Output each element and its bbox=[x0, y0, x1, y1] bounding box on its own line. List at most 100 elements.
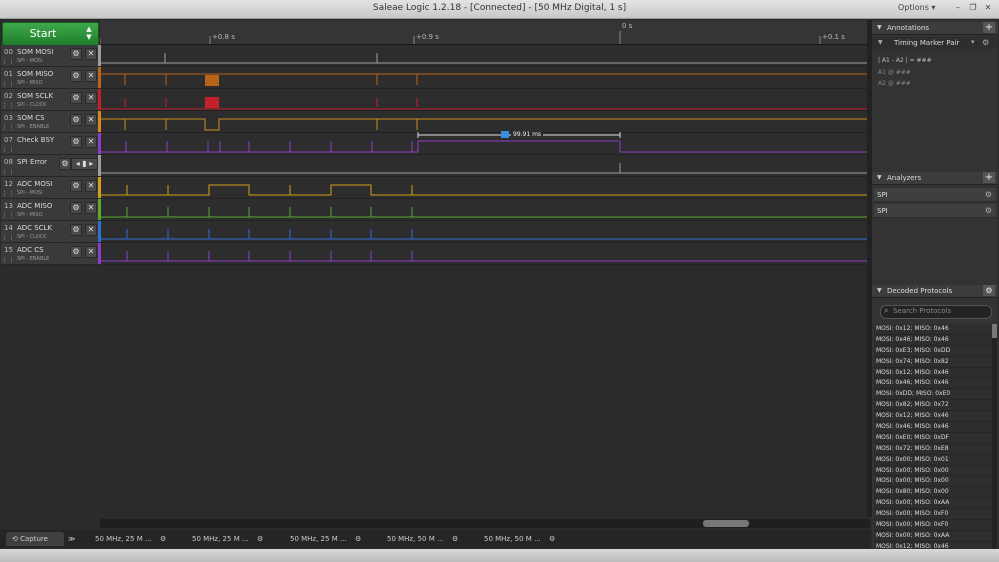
channel-row[interactable]: 14 ADC SCLK SPI - CLOCK ⚙ ✕ bbox=[1, 221, 98, 243]
session-tab[interactable]: 50 MHz, 50 M ... bbox=[387, 532, 444, 546]
close-icon[interactable]: ✕ bbox=[85, 70, 97, 82]
decoded-row[interactable]: MOSI: 0x46; MISO: 0x46 bbox=[874, 335, 992, 346]
gear-icon[interactable]: ⚙ bbox=[70, 48, 82, 60]
edge-navigation-icon[interactable]: ◂ ▮ ▸ bbox=[71, 158, 98, 170]
collapse-triangle-icon[interactable]: ▼ bbox=[877, 287, 882, 294]
channel-name[interactable]: SOM SCLK bbox=[17, 92, 53, 100]
session-tab[interactable]: 50 MHz, 25 M ... bbox=[290, 532, 347, 546]
options-menu[interactable]: Options ▾ bbox=[898, 3, 935, 12]
close-icon[interactable]: ✕ bbox=[85, 224, 97, 236]
session-tab[interactable]: 50 MHz, 25 M ... bbox=[192, 532, 249, 546]
scroll-thumb[interactable] bbox=[703, 520, 749, 527]
decoded-row[interactable]: MOSI: 0x12; MISO: 0x46 bbox=[874, 368, 992, 379]
drag-handle-icon[interactable] bbox=[4, 235, 12, 240]
gear-icon[interactable]: ⚙ bbox=[70, 136, 82, 148]
gear-icon[interactable]: ⚙ bbox=[452, 532, 458, 546]
decoded-row[interactable]: MOSI: 0x00; MISO: 0x00 bbox=[874, 466, 992, 477]
channel-row[interactable]: 02 SOM SCLK SPI - CLOCK ⚙ ✕ bbox=[1, 89, 98, 111]
decoded-row[interactable]: MOSI: 0x00; MISO: 0xF0 bbox=[874, 509, 992, 521]
gear-icon[interactable]: ⚙ bbox=[70, 92, 82, 104]
decoded-row[interactable]: MOSI: 0xE3; MISO: 0xDD bbox=[874, 346, 992, 357]
channel-name[interactable]: SOM MISO bbox=[17, 70, 53, 78]
annotations-header[interactable]: ▼ Annotations + bbox=[872, 22, 998, 35]
close-icon[interactable]: ✕ bbox=[85, 48, 97, 60]
close-icon[interactable]: ✕ bbox=[85, 136, 97, 148]
channel-row[interactable]: 07 Check BSY ⚙ ✕ bbox=[1, 133, 98, 155]
maximize-icon[interactable]: ❐ bbox=[967, 2, 979, 14]
session-tab[interactable]: 50 MHz, 25 M ... bbox=[95, 532, 152, 546]
gear-icon[interactable]: ⚙ bbox=[549, 532, 555, 546]
decoded-row[interactable]: MOSI: 0x00; MISO: 0xF0 bbox=[874, 520, 992, 531]
tab-capture[interactable]: ⟲ Capture bbox=[6, 532, 64, 546]
start-button[interactable]: Start ▲ ▼ bbox=[2, 22, 99, 46]
a2-marker[interactable]: A2 @ ### bbox=[878, 80, 911, 87]
decoded-row[interactable]: MOSI: 0x46; MISO: 0x46 bbox=[874, 378, 992, 390]
decoded-row[interactable]: MOSI: 0x12; MISO: 0x46 bbox=[874, 324, 992, 335]
decoded-row[interactable]: MOSI: 0x00; MISO: 0x01 bbox=[874, 455, 992, 466]
decoded-list-scrollbar[interactable] bbox=[992, 324, 997, 549]
gear-icon[interactable]: ⚙ bbox=[257, 532, 263, 546]
decoded-row[interactable]: MOSI: 0x00; MISO: 0xAA bbox=[874, 498, 992, 510]
horizontal-scrollbar[interactable] bbox=[100, 519, 870, 528]
minimize-icon[interactable]: – bbox=[952, 2, 964, 14]
dropdown-arrow-icon[interactable]: ▾ bbox=[971, 38, 975, 46]
collapse-triangle-icon[interactable]: ▼ bbox=[877, 24, 882, 31]
analyzer-item[interactable]: SPI ⚙ bbox=[874, 204, 996, 218]
channel-row[interactable]: 03 SOM CS SPI - ENABLE ⚙ ✕ bbox=[1, 111, 98, 133]
gear-icon[interactable]: ⚙ bbox=[983, 285, 995, 296]
drag-handle-icon[interactable] bbox=[4, 147, 12, 152]
channel-name[interactable]: SOM MOSI bbox=[17, 48, 53, 56]
channel-name[interactable]: ADC CS bbox=[17, 246, 44, 254]
gear-icon[interactable]: ⚙ bbox=[70, 224, 82, 236]
channel-row[interactable]: 13 ADC MISO SPI - MISO ⚙ ✕ bbox=[1, 199, 98, 221]
decoded-row[interactable]: MOSI: 0x46; MISO: 0x46 bbox=[874, 422, 992, 433]
gear-icon[interactable]: ⚙ bbox=[70, 180, 82, 192]
drag-handle-icon[interactable] bbox=[4, 59, 12, 64]
close-icon[interactable]: ✕ bbox=[85, 202, 97, 214]
channel-name[interactable]: ADC SCLK bbox=[17, 224, 52, 232]
close-icon[interactable]: ✕ bbox=[85, 180, 97, 192]
gear-icon[interactable]: ⚙ bbox=[59, 158, 71, 170]
analyzer-item[interactable]: SPI ⚙ bbox=[874, 188, 996, 202]
drag-handle-icon[interactable] bbox=[4, 81, 12, 86]
channel-name[interactable]: SPI Error bbox=[17, 158, 47, 166]
collapse-triangle-icon[interactable]: ▼ bbox=[878, 39, 883, 46]
collapse-triangle-icon[interactable]: ▼ bbox=[877, 174, 882, 181]
gear-icon[interactable]: ⚙ bbox=[70, 70, 82, 82]
decoded-row[interactable]: MOSI: 0x82; MISO: 0x72 bbox=[874, 400, 992, 412]
channel-name[interactable]: ADC MOSI bbox=[17, 180, 52, 188]
channel-name[interactable]: ADC MISO bbox=[17, 202, 52, 210]
decoded-row[interactable]: MOSI: 0xDD; MISO: 0xE0 bbox=[874, 389, 992, 401]
drag-handle-icon[interactable] bbox=[4, 125, 12, 130]
a1-marker[interactable]: A1 @ ### bbox=[878, 69, 911, 76]
decoded-row[interactable]: MOSI: 0x00; MISO: 0x00 bbox=[874, 476, 992, 488]
close-icon[interactable]: ✕ bbox=[85, 114, 97, 126]
drag-handle-icon[interactable] bbox=[4, 103, 12, 108]
decoded-row[interactable]: MOSI: 0x72; MISO: 0xE8 bbox=[874, 444, 992, 455]
channel-name[interactable]: SOM CS bbox=[17, 114, 45, 122]
channel-row[interactable]: 00 SOM MOSI SPI - MOSI ⚙ ✕ bbox=[1, 45, 98, 67]
waveform-area[interactable]: 99.91 ms bbox=[101, 45, 867, 265]
decoded-row[interactable]: MOSI: 0x00; MISO: 0xAA bbox=[874, 531, 992, 542]
drag-handle-icon[interactable] bbox=[4, 169, 12, 174]
channel-row[interactable]: 08 SPI Error ⚙ ◂ ▮ ▸ bbox=[1, 155, 98, 177]
channel-row[interactable]: 15 ADC CS SPI - ENABLE ⚙ ✕ bbox=[1, 243, 98, 265]
add-analyzer-button[interactable]: + bbox=[983, 172, 995, 183]
start-options-arrows-icon[interactable]: ▲ ▼ bbox=[83, 25, 95, 41]
close-icon[interactable]: ✕ bbox=[85, 92, 97, 104]
decoded-row[interactable]: MOSI: 0x12; MISO: 0x46 bbox=[874, 411, 992, 423]
analyzers-header[interactable]: ▼ Analyzers + bbox=[872, 172, 998, 185]
decoded-row[interactable]: MOSI: 0x80; MISO: 0x00 bbox=[874, 487, 992, 499]
drag-handle-icon[interactable] bbox=[4, 257, 12, 262]
decoded-protocols-list[interactable]: MOSI: 0x12; MISO: 0x46 MOSI: 0x46; MISO: … bbox=[874, 324, 992, 549]
gear-icon[interactable]: ⚙ bbox=[70, 246, 82, 258]
close-icon[interactable]: ✕ bbox=[982, 2, 994, 14]
drag-handle-icon[interactable] bbox=[4, 191, 12, 196]
gear-icon[interactable]: ⚙ bbox=[982, 38, 989, 47]
session-tab[interactable]: 50 MHz, 50 M ... bbox=[484, 532, 541, 546]
scroll-thumb[interactable] bbox=[992, 324, 997, 338]
tab-overflow-icon[interactable]: ≫ bbox=[68, 532, 75, 546]
channel-name[interactable]: Check BSY bbox=[17, 136, 54, 144]
decoded-row[interactable]: MOSI: 0x74; MISO: 0x82 bbox=[874, 357, 992, 368]
close-icon[interactable]: ✕ bbox=[85, 246, 97, 258]
